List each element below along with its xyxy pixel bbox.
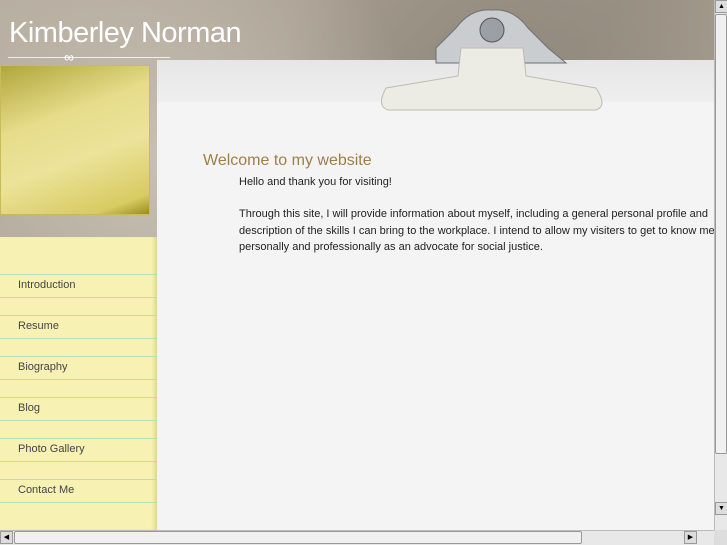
horizontal-scrollbar[interactable]: ◀ ▶ (0, 530, 714, 545)
paragraph-line: description of the skills I can bring to… (239, 224, 715, 237)
clipboard-clip-image (381, 9, 603, 111)
nav-label: Blog (18, 402, 41, 414)
nav-photo-gallery[interactable]: Photo Gallery (0, 438, 157, 462)
sticky-note-image (0, 65, 150, 215)
nav-contact-me[interactable]: Contact Me (0, 479, 157, 503)
welcome-text: Hello and thank you for visiting! Throug… (239, 174, 719, 255)
nav-label: Photo Gallery (18, 443, 85, 455)
nav-label: Contact Me (18, 484, 75, 496)
nav-label: Introduction (18, 279, 76, 291)
vertical-scroll-thumb[interactable] (715, 14, 727, 454)
scroll-down-icon[interactable]: ▼ (715, 502, 727, 515)
vertical-scrollbar[interactable]: ▲ ▼ (714, 0, 727, 530)
content-paper (157, 60, 714, 530)
paragraph-line: Through this site, I will provide inform… (239, 208, 708, 221)
scrollbar-corner (714, 530, 727, 545)
scroll-up-icon[interactable]: ▲ (715, 0, 727, 13)
sidebar-nav: Introduction Resume Biography Blog Photo… (0, 237, 157, 530)
nav-label: Biography (18, 361, 68, 373)
scroll-right-icon[interactable]: ▶ (684, 531, 697, 544)
greeting-text: Hello and thank you for visiting! (239, 176, 392, 188)
site-title: Kimberley Norman (9, 17, 242, 49)
scroll-left-icon[interactable]: ◀ (0, 531, 13, 544)
page-heading: Welcome to my website (203, 152, 372, 169)
horizontal-scroll-thumb[interactable] (14, 531, 582, 544)
title-divider (8, 57, 170, 58)
nav-resume[interactable]: Resume (0, 315, 157, 339)
nav-biography[interactable]: Biography (0, 356, 157, 380)
paragraph-line: personally and professionally as an advo… (239, 240, 543, 253)
nav-blog[interactable]: Blog (0, 397, 157, 421)
flourish-ornament: ∞ (64, 49, 74, 65)
nav-label: Resume (18, 320, 59, 332)
nav-introduction[interactable]: Introduction (0, 274, 157, 298)
